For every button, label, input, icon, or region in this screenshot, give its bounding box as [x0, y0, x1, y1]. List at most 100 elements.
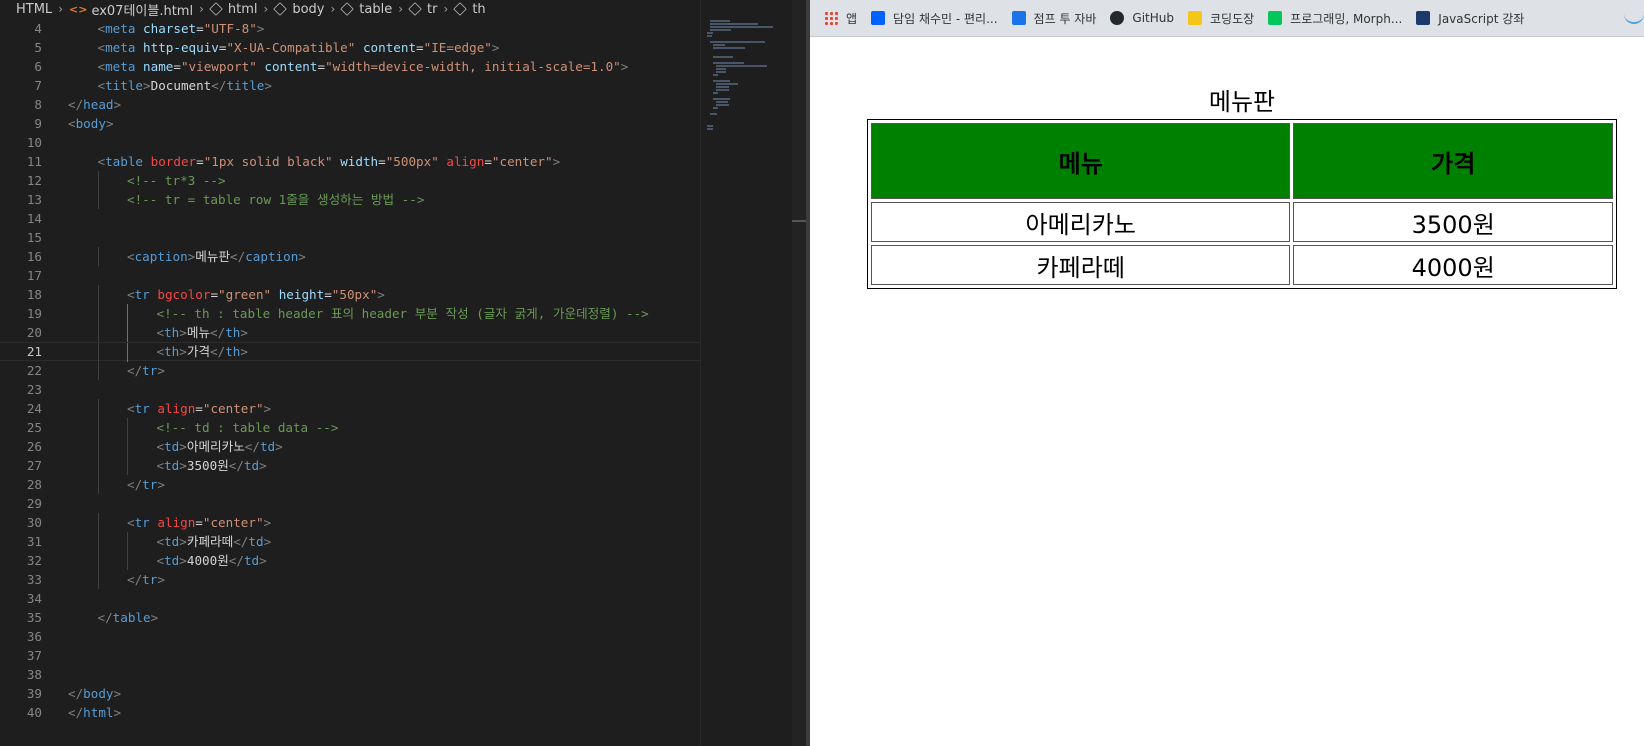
code-line[interactable]: 36 — [0, 627, 700, 646]
minimap-line — [710, 41, 765, 43]
code-token: height — [278, 287, 325, 302]
code-token: > — [113, 686, 122, 701]
breadcrumb-item[interactable]: table — [340, 2, 392, 17]
minimap-line — [710, 26, 773, 28]
line-text: <th>가격</th> — [157, 343, 248, 360]
indent-guide — [97, 551, 99, 570]
line-number: 39 — [26, 686, 42, 701]
minimap[interactable] — [700, 0, 793, 746]
bookmark-item[interactable]: 점프 투 자바 — [1011, 10, 1096, 27]
code-line[interactable]: 29 — [0, 494, 700, 513]
scrollbar-thumb[interactable] — [792, 220, 806, 222]
code-line[interactable]: 9 <body> — [0, 114, 700, 133]
indent-guide — [127, 456, 128, 475]
code-token: tr — [134, 401, 150, 416]
code-token: > — [157, 477, 165, 492]
code-line[interactable]: 37 — [0, 646, 700, 665]
code-token: <!-- td : table data --> — [156, 420, 339, 435]
code-line[interactable]: 26 <td>아메리카노</td> — [0, 437, 700, 456]
code-token: table — [112, 610, 151, 625]
code-line[interactable]: 8 </head> — [0, 95, 700, 114]
line-number: 24 — [26, 401, 42, 416]
code-line[interactable]: 25 <!-- td : table data --> — [0, 418, 700, 437]
code-line[interactable]: 27 <td>3500원</td> — [0, 456, 700, 475]
breadcrumb-label: html — [227, 1, 258, 17]
bookmark-item[interactable]: 앱 — [824, 10, 857, 27]
code-line[interactable]: 19 <!-- th : table header 표의 header 부분 작성… — [0, 304, 700, 323]
code-token: align — [157, 401, 196, 416]
bookmark-item[interactable]: GitHub — [1110, 11, 1174, 25]
editor-scrollbar[interactable] — [792, 0, 806, 746]
code-token: < — [156, 553, 165, 568]
code-line[interactable]: 23 — [0, 380, 700, 399]
code-token: "UTF-8" — [203, 21, 257, 36]
code-token: = — [173, 59, 181, 74]
breadcrumb-label: ex07테이블.html — [91, 3, 194, 19]
code-line[interactable]: 5 <meta http-equiv = "X-UA-Compatible" cont… — [0, 38, 700, 57]
code-line[interactable]: 32 <td>4000원</td> — [0, 551, 700, 570]
line-number: 37 — [26, 648, 42, 663]
breadcrumb-item[interactable]: HTML — [16, 2, 52, 17]
code-token: </ — [127, 363, 143, 378]
code-line[interactable]: 13 <!-- tr = table row 1줄을 생성하는 방법 --> — [0, 190, 700, 209]
bookmark-item[interactable]: 담임 채수민 - 편리... — [871, 10, 998, 27]
bookmark-item[interactable]: 프로그래밍, Morph... — [1268, 10, 1402, 27]
minimap-line — [716, 65, 768, 67]
code-line[interactable]: 14 — [0, 209, 700, 228]
line-number: 29 — [26, 496, 42, 511]
code-line[interactable]: 34 — [0, 589, 700, 608]
breadcrumb-item[interactable]: tr — [408, 2, 438, 17]
code-line[interactable]: 40 </html> — [0, 703, 700, 722]
code-line[interactable]: 7 <title>Document</title> — [0, 76, 700, 95]
code-token: </ — [68, 686, 84, 701]
code-token: > — [377, 287, 385, 302]
code-line[interactable]: 30 <tr align="center"> — [0, 513, 700, 532]
code-line[interactable]: 15 — [0, 228, 700, 247]
line-text: </table> — [98, 608, 159, 627]
line-text: <body> — [68, 114, 114, 133]
code-line[interactable]: 22 </tr> — [0, 361, 700, 380]
html-file-icon: <> — [69, 2, 88, 16]
code-line[interactable]: 17 — [0, 266, 700, 285]
code-token: body — [75, 116, 106, 131]
bookmark-item[interactable]: JavaScript 강좌 — [1416, 10, 1524, 27]
code-editor[interactable]: HTML › <> ex07테이블.html › html › body › table › tr › t… — [0, 0, 806, 746]
breadcrumb-item[interactable]: body — [273, 2, 324, 17]
bookmark-item[interactable]: 코딩도장 — [1187, 10, 1254, 27]
code-line[interactable]: 35 </table> — [0, 608, 700, 627]
breadcrumb-item[interactable]: <> ex07테이블.html — [69, 0, 193, 19]
line-text: <th>메뉴</th> — [157, 323, 248, 342]
code-line[interactable]: 39 </body> — [0, 684, 700, 703]
code-line[interactable]: 4 <meta charset="UTF-8"> — [0, 19, 700, 38]
code-line[interactable]: 16 <caption>메뉴판</caption> — [0, 247, 700, 266]
indent-guide — [97, 323, 99, 342]
breadcrumb-item[interactable]: html — [209, 1, 258, 17]
code-line[interactable]: 10 — [0, 133, 700, 152]
code-token: charset — [143, 21, 197, 36]
code-line[interactable]: 18 <tr bgcolor="green" height="50px"> — [0, 285, 700, 304]
bookmarks-bar: 앱 담임 채수민 - 편리... 점프 투 자바 GitHub 코딩도장 프로그래밍, M… — [810, 0, 1644, 37]
code-token: "X-UA-Compatible" — [226, 40, 356, 55]
code-line[interactable]: 28 </tr> — [0, 475, 700, 494]
code-line[interactable]: 24 <tr align="center"> — [0, 399, 700, 418]
code-token: tr — [134, 515, 150, 530]
code-line[interactable]: 38 — [0, 665, 700, 684]
code-line[interactable]: 31 <td>카페라떼</td> — [0, 532, 700, 551]
code-token: < — [156, 534, 165, 549]
code-token: "center" — [202, 401, 264, 416]
line-text: </tr> — [127, 475, 165, 494]
minimap-line — [713, 92, 718, 94]
code-line[interactable]: 6 <meta name="viewport" content="width=de… — [0, 57, 700, 76]
code-line[interactable]: 33 </tr> — [0, 570, 700, 589]
code-line[interactable]: 20 <th>메뉴</th> — [0, 323, 700, 342]
code-line[interactable]: 11 <table border="1px solid black" width=… — [0, 152, 700, 171]
code-line[interactable]: 21 <th>가격</th> — [0, 342, 700, 362]
code-area[interactable]: 4 <meta charset="UTF-8"> 5 <meta http-equiv… — [0, 19, 700, 722]
line-number: 17 — [26, 268, 42, 283]
code-token: = — [196, 21, 204, 36]
code-line[interactable]: 12 <!-- tr*3 --> — [0, 171, 700, 190]
line-text: <td>아메리카노</td> — [157, 437, 283, 456]
code-token: > — [150, 610, 159, 625]
code-token: td — [243, 553, 260, 568]
breadcrumb-item[interactable]: th — [453, 2, 486, 17]
